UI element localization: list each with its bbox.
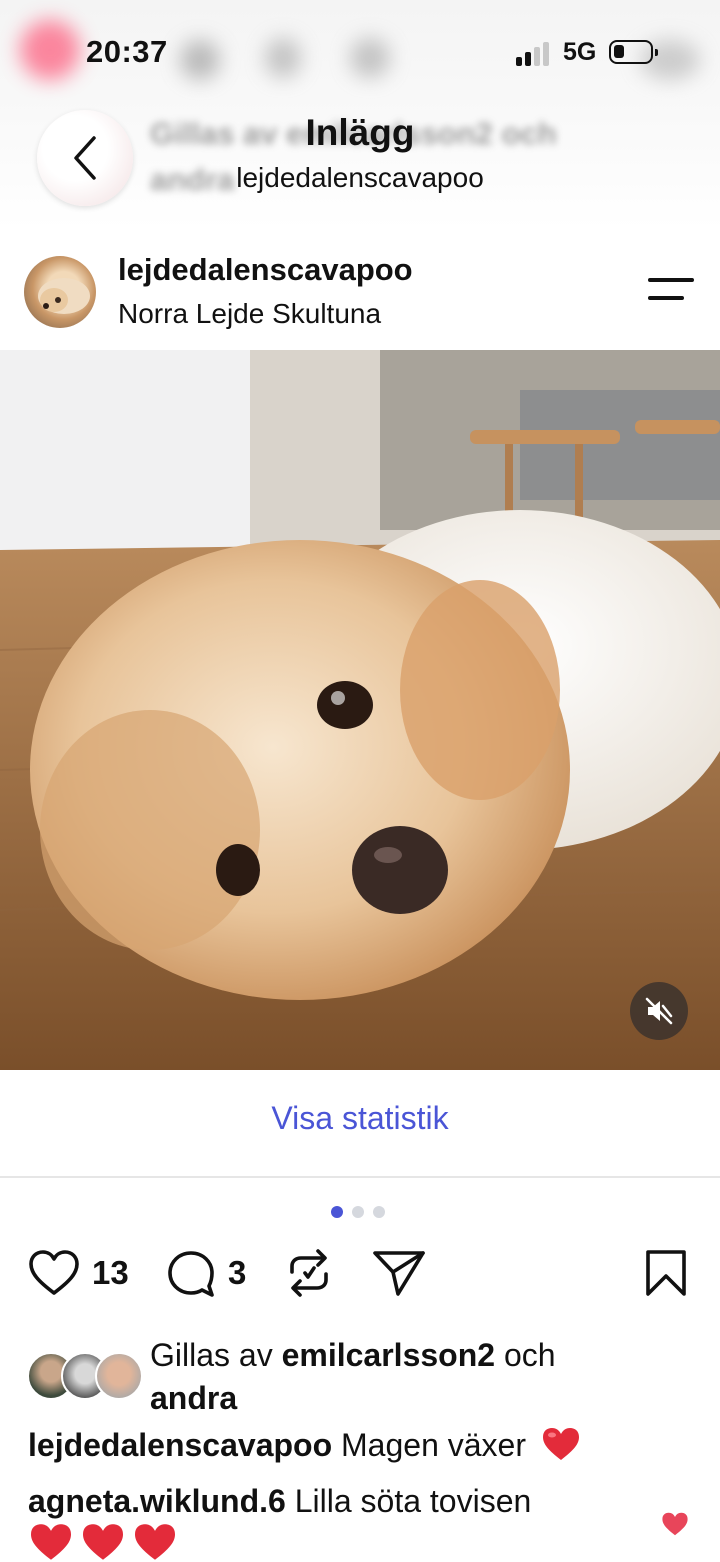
battery-icon	[609, 40, 658, 64]
caption-text: Magen växer	[341, 1427, 526, 1463]
red-heart-emoji-icon	[31, 1524, 71, 1560]
send-icon	[373, 1251, 425, 1296]
back-button[interactable]	[37, 110, 133, 206]
liked-by-connector: och	[503, 1337, 556, 1373]
menu-icon[interactable]	[648, 276, 694, 306]
comment-bubble-icon	[168, 1251, 214, 1297]
red-heart-emoji-icon	[135, 1524, 175, 1560]
divider	[0, 1176, 720, 1178]
comment-heart-emojis	[28, 1522, 178, 1562]
dog-photo	[0, 350, 720, 1070]
mute-button[interactable]	[630, 982, 688, 1040]
status-time: 20:37	[86, 34, 168, 69]
comment-button[interactable]: 3	[166, 1248, 246, 1298]
liked-by-prefix: Gillas av	[150, 1337, 273, 1373]
muted-speaker-icon	[645, 997, 673, 1025]
repost-button[interactable]	[286, 1248, 332, 1298]
signal-icon	[516, 42, 552, 66]
liked-by-text: Gillas av emilcarlsson2 och andra	[150, 1334, 690, 1420]
red-heart-emoji-icon	[542, 1428, 579, 1460]
comments-count[interactable]: 3	[228, 1254, 246, 1292]
save-button[interactable]	[644, 1248, 688, 1298]
red-heart-emoji-icon	[83, 1524, 123, 1560]
carousel-indicator	[331, 1206, 385, 1218]
comment-like-heart-icon[interactable]	[661, 1511, 689, 1537]
author-username[interactable]: lejdedalenscavapoo	[118, 252, 413, 288]
share-button[interactable]	[372, 1248, 426, 1298]
post-location[interactable]: Norra Lejde Skultuna	[118, 298, 381, 330]
heart-icon	[29, 1250, 79, 1295]
caption-username[interactable]: lejdedalenscavapoo	[28, 1427, 332, 1463]
view-insights-link[interactable]: Visa statistik	[0, 1100, 720, 1137]
status-bar: 20:37 5G	[0, 0, 720, 100]
post-media[interactable]	[0, 350, 720, 1070]
carousel-dot	[373, 1206, 385, 1218]
liker-avatar	[95, 1352, 143, 1400]
liked-by-user[interactable]: emilcarlsson2	[282, 1337, 495, 1373]
like-button[interactable]: 13	[28, 1248, 129, 1298]
repost-icon	[290, 1249, 328, 1297]
comment-username[interactable]: agneta.wiklund.6	[28, 1483, 286, 1519]
chevron-left-icon	[74, 136, 96, 180]
likes-count[interactable]: 13	[92, 1254, 129, 1292]
network-label: 5G	[563, 38, 597, 66]
carousel-dot	[352, 1206, 364, 1218]
liked-by-others[interactable]: andra	[150, 1380, 237, 1416]
liker-avatars[interactable]	[27, 1352, 147, 1400]
post-caption: lejdedalenscavapoo Magen växer	[28, 1424, 581, 1467]
bookmark-icon	[646, 1250, 686, 1296]
author-avatar[interactable]	[24, 256, 96, 328]
carousel-dot-active	[331, 1206, 343, 1218]
comment-preview: agneta.wiklund.6 Lilla söta tovisen	[28, 1480, 531, 1523]
comment-text: Lilla söta tovisen	[294, 1483, 532, 1519]
